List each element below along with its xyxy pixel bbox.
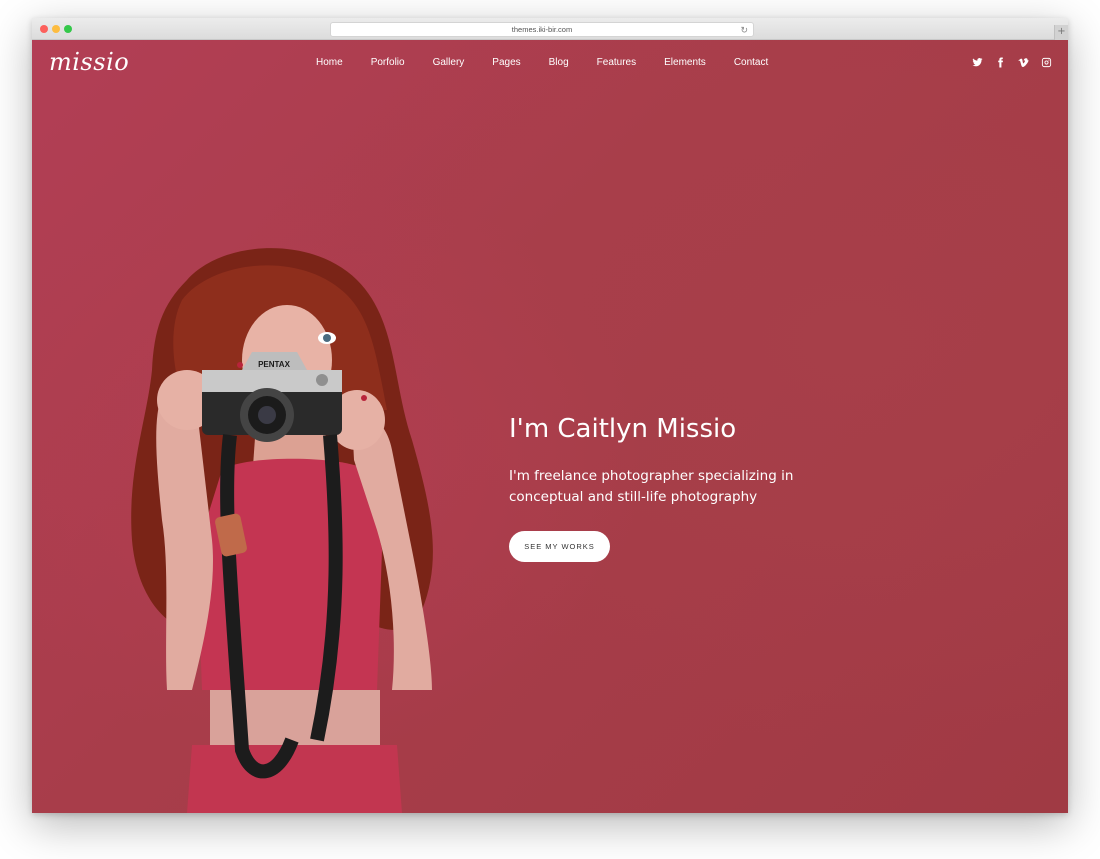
reload-icon[interactable]: ↻ [740, 24, 748, 36]
nav-item-contact[interactable]: Contact [734, 57, 768, 68]
twitter-icon[interactable] [972, 57, 983, 68]
facebook-icon[interactable] [995, 56, 1006, 68]
main-nav: Home Porfolio Gallery Pages Blog Feature… [302, 40, 782, 84]
new-tab-button[interactable]: + [1054, 25, 1068, 40]
camera-brand-label: PENTAX [258, 360, 291, 369]
vimeo-icon[interactable] [1018, 57, 1029, 68]
browser-toolbar: themes.iki-bir.com ↻ + [32, 18, 1068, 40]
nav-item-elements[interactable]: Elements [664, 57, 706, 68]
maximize-window-button[interactable] [64, 25, 72, 33]
address-bar-url: themes.iki-bir.com [511, 25, 573, 34]
hero-subtitle: I'm freelance photographer specializing … [509, 468, 794, 505]
site-logo[interactable]: missio [49, 48, 129, 76]
nav-item-gallery[interactable]: Gallery [433, 57, 465, 68]
minimize-window-button[interactable] [52, 25, 60, 33]
hero-section: PENTAX missio Home Porfolio Gallery Page… [32, 40, 1068, 813]
see-my-works-button[interactable]: SEE MY WORKS [509, 531, 610, 562]
instagram-icon[interactable] [1041, 57, 1052, 68]
nav-item-pages[interactable]: Pages [492, 57, 520, 68]
social-links [972, 40, 1052, 84]
nav-item-portfolio[interactable]: Porfolio [371, 57, 405, 68]
hero-headline: I'm Caitlyn Missio [509, 414, 737, 444]
nav-item-home[interactable]: Home [316, 57, 343, 68]
address-bar[interactable]: themes.iki-bir.com ↻ [330, 22, 754, 37]
nav-item-blog[interactable]: Blog [549, 57, 569, 68]
hero-photo: PENTAX [131, 248, 433, 813]
browser-window: themes.iki-bir.com ↻ + PENTAX missio Hom… [32, 18, 1068, 813]
close-window-button[interactable] [40, 25, 48, 33]
nav-item-features[interactable]: Features [597, 57, 636, 68]
